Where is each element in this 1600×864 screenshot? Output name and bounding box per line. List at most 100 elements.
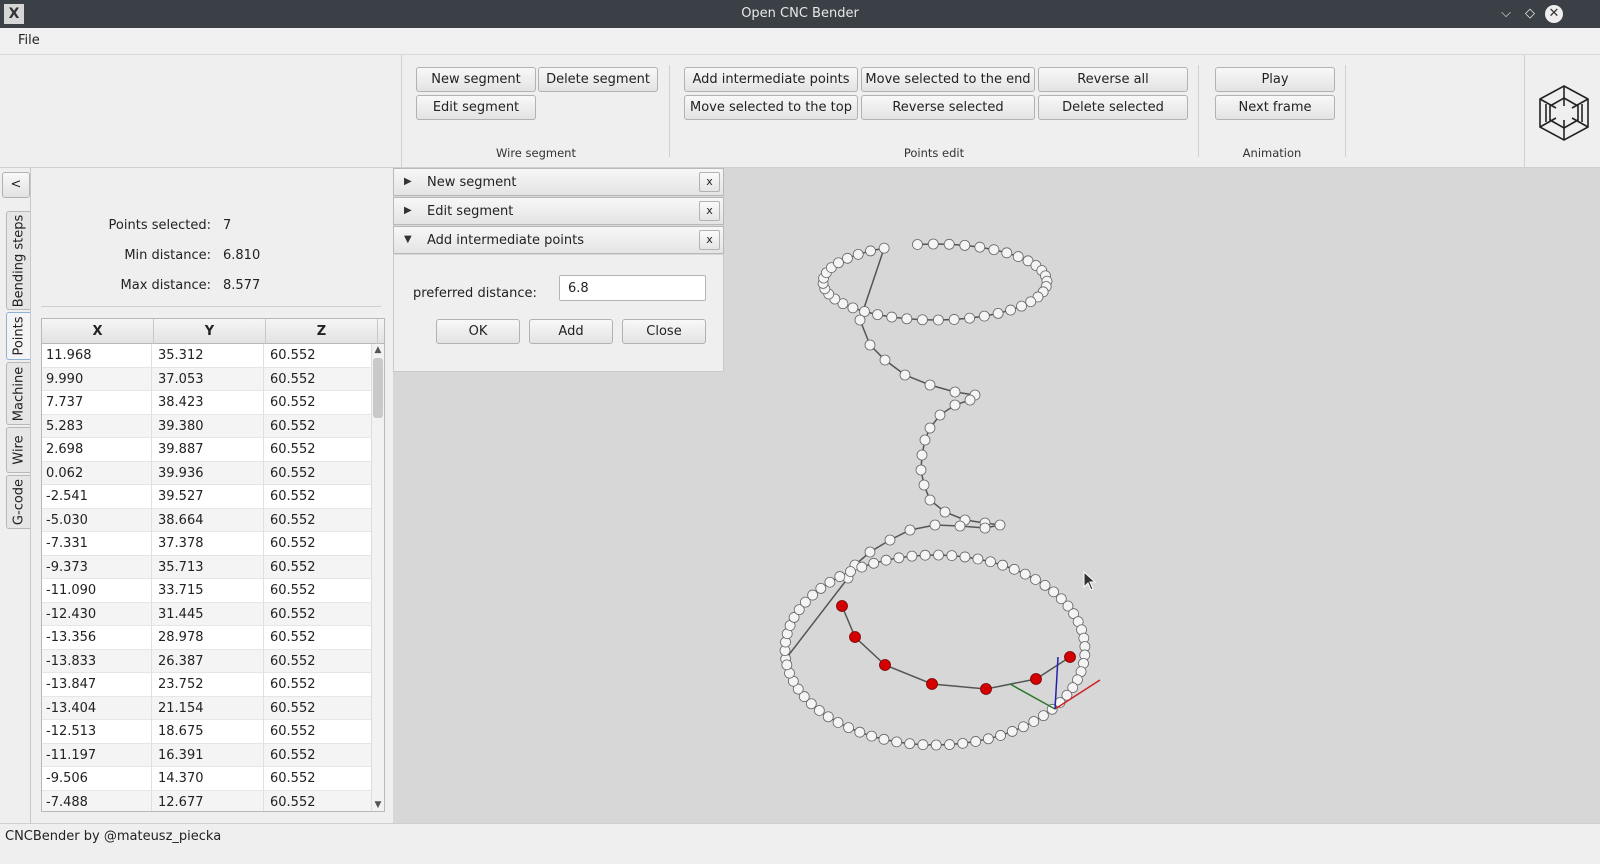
tab-wire[interactable]: Wire: [6, 427, 30, 473]
move-selected-to-top-button[interactable]: Move selected to the top: [684, 95, 858, 120]
selected-point[interactable]: [980, 683, 992, 695]
wire-point[interactable]: [1030, 574, 1041, 585]
wire-point[interactable]: [864, 339, 876, 351]
next-frame-button[interactable]: Next frame: [1215, 95, 1335, 120]
wire-point[interactable]: [1008, 563, 1020, 575]
menu-file[interactable]: File: [10, 33, 48, 48]
wire-point[interactable]: [878, 242, 890, 254]
wire-point[interactable]: [880, 554, 892, 566]
wire-point[interactable]: [847, 302, 859, 314]
table-row[interactable]: -11.197 16.391 60.552: [42, 743, 376, 767]
play-button[interactable]: Play: [1215, 67, 1335, 92]
wire-point[interactable]: [822, 711, 834, 723]
wire-point[interactable]: [866, 730, 878, 742]
wire-point[interactable]: [864, 546, 876, 558]
wire-point[interactable]: [1001, 247, 1013, 259]
wire-point[interactable]: [912, 239, 923, 250]
table-row[interactable]: 0.062 39.936 60.552: [42, 461, 376, 485]
wire-point[interactable]: [807, 589, 819, 601]
wire-point[interactable]: [946, 550, 958, 561]
wire-point[interactable]: [974, 241, 986, 253]
wire-point[interactable]: [917, 314, 928, 326]
reverse-all-button[interactable]: Reverse all: [1038, 67, 1188, 92]
wire-point[interactable]: [899, 369, 911, 381]
points-table[interactable]: X Y Z 11.968 35.312 60.552 9.990 37.053 60.55…: [41, 318, 385, 812]
accordion-edit-segment[interactable]: ▶ Edit segment x: [393, 197, 724, 225]
wire-point[interactable]: [939, 506, 951, 518]
wire-point[interactable]: [924, 379, 936, 391]
accordion-add-intermediate-points[interactable]: ▼ Add intermediate points x: [393, 226, 724, 254]
wire-point[interactable]: [994, 519, 1006, 531]
wire-point[interactable]: [884, 534, 896, 546]
wire-point[interactable]: [957, 737, 969, 749]
wire-point[interactable]: [949, 386, 961, 398]
close-edit-segment-button[interactable]: x: [699, 201, 720, 221]
wire-point[interactable]: [854, 314, 866, 326]
table-row[interactable]: 11.968 35.312 60.552: [42, 344, 376, 368]
wire-point[interactable]: [813, 705, 825, 716]
wire-point[interactable]: [964, 394, 976, 406]
table-row[interactable]: -13.833 26.387 60.552: [42, 649, 376, 673]
wire-point[interactable]: [972, 553, 984, 565]
wire-point[interactable]: [992, 307, 1004, 319]
wire-point[interactable]: [1025, 296, 1037, 308]
wire-point[interactable]: [927, 238, 939, 250]
collapse-panel-button[interactable]: <: [2, 172, 30, 198]
wire-point[interactable]: [872, 309, 883, 321]
wire-point[interactable]: [930, 739, 942, 751]
wire-point[interactable]: [1016, 300, 1027, 312]
wire-point[interactable]: [954, 520, 966, 532]
scroll-down-icon[interactable]: ▼: [372, 800, 384, 810]
table-row[interactable]: -2.541 39.527 60.552: [42, 485, 376, 509]
wire-point[interactable]: [901, 313, 913, 325]
delete-segment-button[interactable]: Delete segment: [538, 67, 658, 92]
wire-point[interactable]: [1012, 251, 1024, 262]
wire-point[interactable]: [878, 733, 890, 745]
selected-point[interactable]: [836, 600, 848, 612]
scroll-up-icon[interactable]: ▲: [372, 345, 384, 355]
selected-point[interactable]: [1030, 673, 1042, 685]
wire-point[interactable]: [852, 248, 864, 260]
table-row[interactable]: -9.373 35.713 60.552: [42, 555, 376, 579]
wire-point[interactable]: [781, 659, 793, 671]
wire-point[interactable]: [924, 422, 936, 434]
wire-point[interactable]: [959, 551, 971, 563]
wire-point[interactable]: [949, 399, 961, 411]
delete-selected-button[interactable]: Delete selected: [1038, 95, 1188, 120]
wire-point[interactable]: [929, 519, 941, 531]
add-button[interactable]: Add: [529, 319, 613, 344]
table-row[interactable]: 5.283 39.380 60.552: [42, 414, 376, 438]
table-row[interactable]: -13.404 21.154 60.552: [42, 696, 376, 720]
table-row[interactable]: -11.090 33.715 60.552: [42, 579, 376, 603]
wire-point[interactable]: [919, 434, 931, 446]
wire-point[interactable]: [824, 576, 836, 588]
selected-point[interactable]: [926, 678, 938, 690]
wire-point[interactable]: [948, 314, 960, 325]
wire-point[interactable]: [1028, 716, 1040, 727]
wire-point[interactable]: [1006, 726, 1018, 737]
wire-point[interactable]: [1017, 721, 1029, 733]
wire-point[interactable]: [843, 722, 854, 734]
wire-point[interactable]: [997, 559, 1009, 571]
column-header-y[interactable]: Y: [154, 319, 266, 344]
wire-point[interactable]: [904, 524, 916, 536]
wire-point[interactable]: [979, 522, 991, 534]
tab-gcode[interactable]: G-code: [6, 475, 30, 529]
wire-point[interactable]: [934, 409, 946, 421]
wire-point[interactable]: [924, 494, 936, 506]
table-row[interactable]: -12.430 31.445 60.552: [42, 602, 376, 626]
table-row[interactable]: -13.356 28.978 60.552: [42, 626, 376, 650]
wire-point[interactable]: [868, 557, 880, 569]
wire-point[interactable]: [832, 717, 844, 728]
wire-point[interactable]: [842, 252, 853, 264]
wire-point[interactable]: [933, 549, 944, 561]
close-window-icon[interactable]: ✕: [1545, 5, 1563, 23]
wire-point[interactable]: [985, 556, 996, 568]
table-row[interactable]: -12.513 18.675 60.552: [42, 720, 376, 744]
maximize-icon[interactable]: ◇: [1521, 5, 1539, 23]
reverse-selected-button[interactable]: Reverse selected: [861, 95, 1035, 120]
selected-point[interactable]: [1064, 651, 1076, 663]
column-header-x[interactable]: X: [42, 319, 154, 344]
wire-point[interactable]: [943, 238, 955, 250]
table-row[interactable]: -9.506 14.370 60.552: [42, 767, 376, 791]
